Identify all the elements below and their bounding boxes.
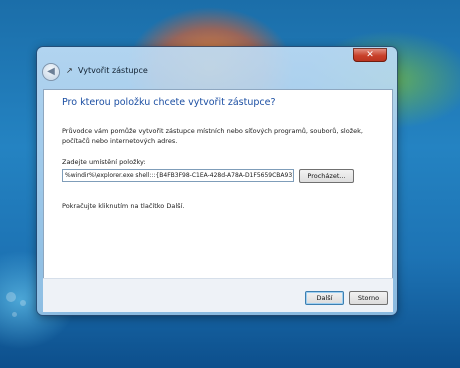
browse-button[interactable]: Procházet...	[299, 169, 354, 183]
title-bar[interactable]: ◀ ↗ Vytvořit zástupce ✕	[37, 47, 397, 89]
next-button[interactable]: Další	[305, 291, 344, 305]
shortcut-icon: ↗	[66, 66, 73, 75]
cancel-button[interactable]: Storno	[349, 291, 388, 305]
button-bar: Další Storno	[43, 278, 393, 312]
window-title: Vytvořit zástupce	[78, 66, 148, 75]
location-input[interactable]: %windir%\explorer.exe shell:::{B4FB3F98-…	[62, 169, 294, 182]
page-heading: Pro kterou položku chcete vytvořit zástu…	[62, 97, 276, 108]
description-text: Průvodce vám pomůže vytvořit zástupce mí…	[62, 127, 363, 145]
back-arrow-icon[interactable]: ◀	[43, 64, 59, 80]
wizard-content: Pro kterou položku chcete vytvořit zástu…	[43, 89, 393, 279]
wallpaper-bubble	[12, 312, 17, 317]
close-button[interactable]: ✕	[353, 48, 387, 62]
continue-hint: Pokračujte kliknutím na tlačítko Další.	[62, 202, 185, 210]
create-shortcut-dialog: ◀ ↗ Vytvořit zástupce ✕ Pro kterou polož…	[37, 47, 397, 315]
wallpaper-bubble	[6, 292, 16, 302]
wallpaper-bubble	[20, 300, 26, 306]
location-label: Zadejte umístění položky:	[62, 158, 146, 166]
